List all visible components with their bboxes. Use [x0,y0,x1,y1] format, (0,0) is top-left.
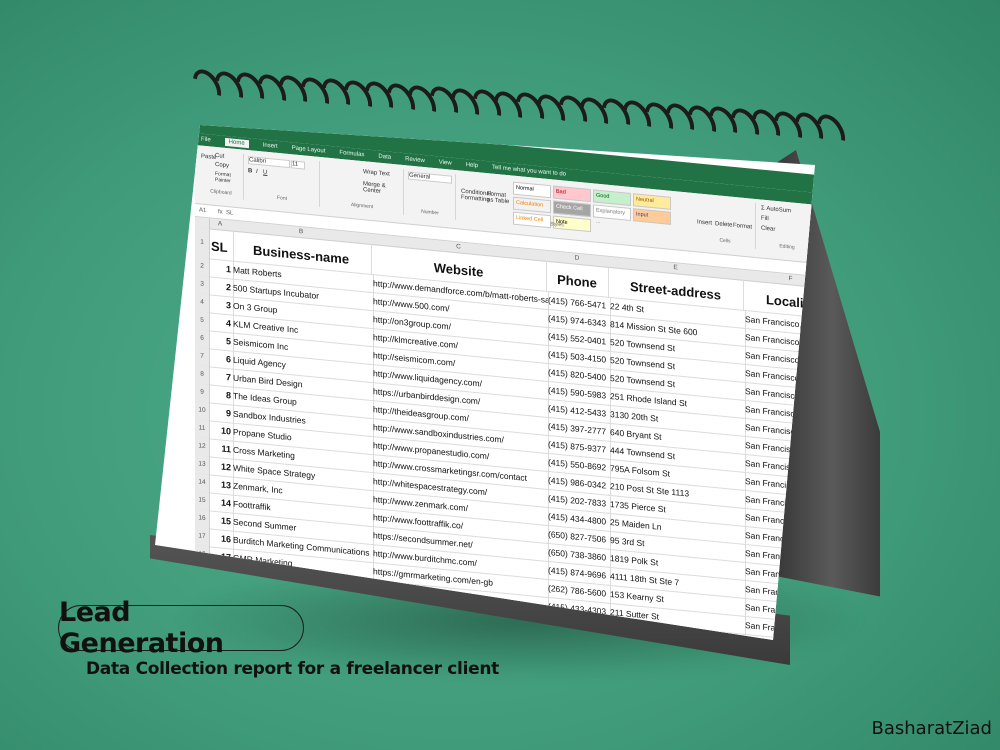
format-cells-button[interactable]: Format [733,223,752,231]
clear-button[interactable]: Clear [761,225,775,232]
number-group: General Number [405,169,456,221]
row-header[interactable]: 1 [195,227,210,260]
tab-data[interactable]: Data [378,154,391,161]
alignment-group: Wrap Text Merge & Center Alignment [321,161,404,216]
name-box[interactable]: A1 [199,207,206,214]
fill-button[interactable]: Fill [761,215,769,222]
cells-group: Insert Delete Format Cells [695,197,756,250]
clipboard-group-label: Clipboard [210,188,232,197]
caption-subtitle: Data Collection report for a freelancer … [86,659,499,679]
tab-page-layout[interactable]: Page Layout [292,145,326,154]
tab-review[interactable]: Review [405,156,425,164]
tab-help[interactable]: Help [466,162,478,169]
format-painter-button[interactable]: Format Painter [215,171,243,186]
italic-button[interactable]: I [256,169,258,175]
number-group-label: Number [421,208,439,217]
author-credit: BasharatZiad [871,718,992,739]
font-group: Calibri 11 B I U Font [245,153,320,208]
cells-group-label: Cells [719,237,731,245]
number-format-select[interactable]: General [408,171,452,184]
font-name-select[interactable]: Calibri [248,156,290,169]
cut-button[interactable]: Cut [215,153,224,160]
lead-generation-title: Lead Generation [58,597,304,659]
delete-cells-button[interactable]: Delete [715,221,732,229]
merge-center-button[interactable]: Merge & Center [363,181,403,197]
autosum-button[interactable]: Σ AutoSum [761,205,791,214]
autosum-label: AutoSum [766,206,792,215]
bold-button[interactable]: B [248,168,252,174]
alignment-group-label: Alignment [350,202,374,211]
font-size-select[interactable]: 11 [291,160,305,170]
font-group-label: Font [276,194,287,202]
sigma-icon: Σ [761,205,765,212]
tab-insert[interactable]: Insert [263,143,278,150]
tab-formulas[interactable]: Formulas [339,150,364,158]
underline-button[interactable]: U [263,170,267,176]
formula-value: SL [226,209,234,217]
tab-view[interactable]: View [439,159,452,166]
spiral-binding [187,60,851,155]
insert-cells-button[interactable]: Insert [697,219,712,226]
copy-button[interactable]: Copy [215,162,229,169]
fx-icon: fx [218,209,223,216]
clipboard-group: Paste Cut Copy Format Painter Clipboard [199,149,244,200]
wrap-text-button[interactable]: Wrap Text [363,169,390,178]
